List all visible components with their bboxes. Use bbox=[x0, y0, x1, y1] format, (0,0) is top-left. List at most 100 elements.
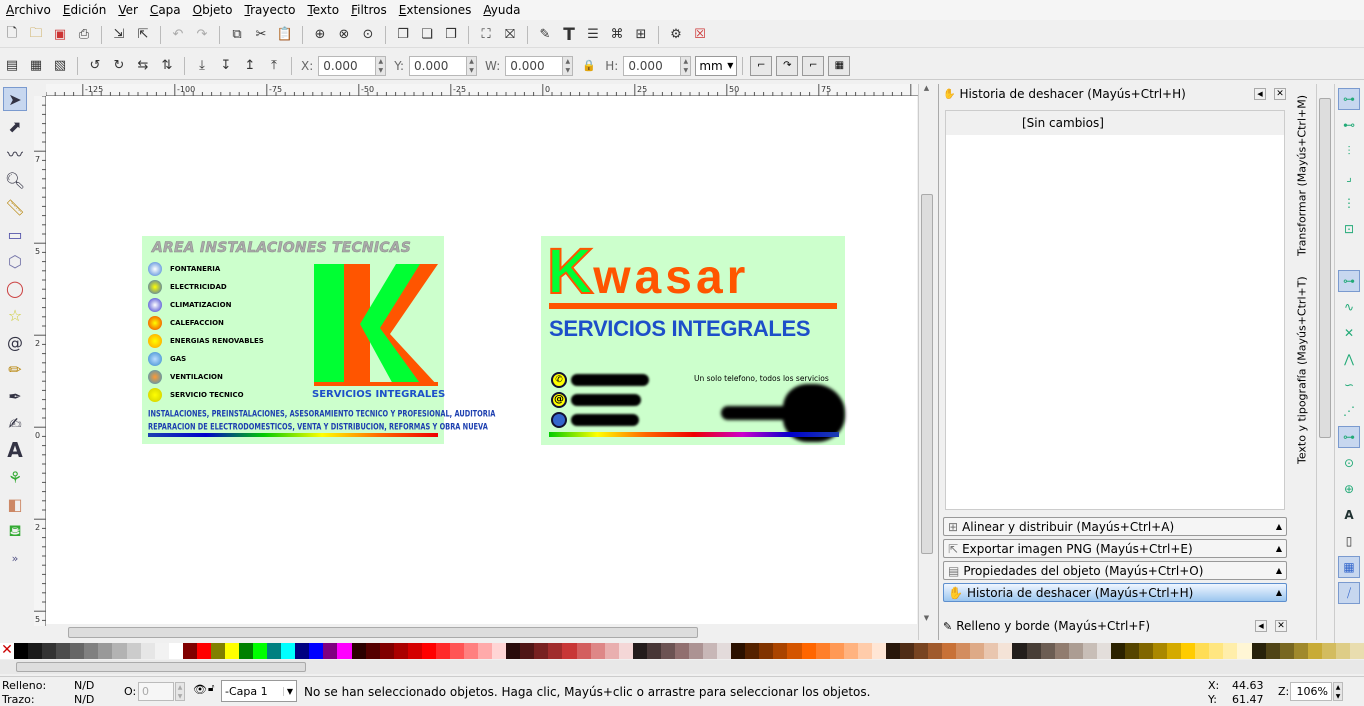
copy-icon[interactable]: ⧉ bbox=[227, 25, 247, 45]
color-swatch[interactable] bbox=[928, 643, 943, 659]
export-icon[interactable]: ⇱ bbox=[133, 25, 153, 45]
unlink-clone-icon[interactable]: ❒ bbox=[441, 25, 461, 45]
color-swatch[interactable] bbox=[28, 643, 43, 659]
color-swatch[interactable] bbox=[70, 643, 85, 659]
opacity-spinner[interactable]: ▲ ▼ bbox=[175, 682, 185, 701]
lock-layer-icon[interactable]: 🔓︎ bbox=[208, 683, 214, 694]
color-swatch[interactable] bbox=[1265, 643, 1280, 659]
raise-icon[interactable]: ↥ bbox=[240, 56, 260, 76]
scroll-thumb[interactable] bbox=[68, 627, 698, 638]
color-swatch[interactable] bbox=[759, 643, 774, 659]
ungroup-icon[interactable]: ⛝ bbox=[500, 25, 520, 45]
color-swatch[interactable] bbox=[379, 643, 394, 659]
tweak-tool-icon[interactable]: 〰 bbox=[3, 141, 27, 165]
undo-icon[interactable]: ↶ bbox=[168, 25, 188, 45]
color-swatch[interactable] bbox=[267, 643, 282, 659]
y-input[interactable]: 0.000 bbox=[409, 55, 468, 76]
open-icon[interactable]: 🗀 bbox=[26, 25, 46, 45]
expand-tools-icon[interactable]: » bbox=[3, 546, 27, 570]
snap-bbox-corners-icon[interactable]: ⌟ bbox=[1338, 166, 1360, 188]
undo-history-dock[interactable]: ✋ Historia de deshacer (Mayús+Ctrl+H) ▲ bbox=[943, 583, 1287, 602]
color-swatch[interactable] bbox=[984, 643, 999, 659]
deselect-icon[interactable]: ▧ bbox=[50, 56, 70, 76]
color-swatch[interactable] bbox=[745, 643, 760, 659]
expand-icon[interactable]: ▲ bbox=[1276, 588, 1282, 597]
color-swatch[interactable] bbox=[998, 643, 1013, 659]
expand-icon[interactable]: ▲ bbox=[1276, 566, 1282, 575]
rectangle-tool-icon[interactable]: ▭ bbox=[3, 222, 27, 246]
color-swatch[interactable] bbox=[942, 643, 957, 659]
color-swatch[interactable] bbox=[576, 643, 591, 659]
selector-tool-icon[interactable]: ➤ bbox=[3, 87, 27, 111]
color-swatch[interactable] bbox=[1167, 643, 1182, 659]
menu-capa[interactable]: Capa bbox=[144, 3, 187, 17]
color-swatch[interactable] bbox=[1012, 643, 1027, 659]
group-icon[interactable]: ⛶ bbox=[476, 25, 496, 45]
align-distribute-icon[interactable]: ⊞ bbox=[631, 25, 651, 45]
color-swatch[interactable] bbox=[281, 643, 296, 659]
pencil-tool-icon[interactable]: ✏ bbox=[3, 357, 27, 381]
scroll-thumb[interactable] bbox=[16, 662, 306, 672]
unit-select[interactable]: mm ▼ bbox=[695, 55, 738, 76]
close-icon[interactable]: ✕ bbox=[1274, 88, 1286, 100]
3d-box-tool-icon[interactable]: ⬡ bbox=[3, 249, 27, 273]
spray-tool-icon[interactable]: ⚘ bbox=[3, 465, 27, 489]
ellipse-tool-icon[interactable]: ◯ bbox=[3, 276, 27, 300]
menu-ver[interactable]: Ver bbox=[112, 3, 144, 17]
scroll-thumb[interactable] bbox=[1319, 98, 1331, 438]
duplicate-icon[interactable]: ❐ bbox=[393, 25, 413, 45]
color-swatch[interactable] bbox=[98, 643, 113, 659]
toggle-visibility-icon[interactable]: 👁︎ bbox=[193, 683, 207, 696]
color-swatch[interactable] bbox=[1139, 643, 1154, 659]
history-entry[interactable]: [Sin cambios] bbox=[946, 111, 1284, 135]
move-gradients-button[interactable]: ⌐ bbox=[802, 55, 825, 76]
cut-icon[interactable]: ✂ bbox=[251, 25, 271, 45]
canvas-horizontal-scrollbar[interactable] bbox=[46, 625, 918, 639]
zoom-input[interactable]: 106% bbox=[1290, 682, 1332, 701]
no-paint-swatch[interactable]: ✕ bbox=[0, 643, 14, 659]
color-swatch[interactable] bbox=[956, 643, 971, 659]
layer-dropdown[interactable]: -Capa 1 ▼ bbox=[221, 680, 297, 702]
print-icon[interactable]: ⎙ bbox=[74, 25, 94, 45]
eraser-tool-icon[interactable]: ◧ bbox=[3, 492, 27, 516]
color-swatch[interactable] bbox=[970, 643, 985, 659]
color-swatch[interactable] bbox=[1153, 643, 1168, 659]
paint-bucket-tool-icon[interactable]: ⛾ bbox=[3, 519, 27, 543]
color-swatch[interactable] bbox=[717, 643, 732, 659]
color-swatch[interactable] bbox=[899, 643, 914, 659]
color-swatch[interactable] bbox=[239, 643, 254, 659]
color-swatch[interactable] bbox=[393, 643, 408, 659]
expand-icon[interactable]: ▲ bbox=[1276, 544, 1282, 553]
text-font-icon[interactable]: T bbox=[559, 25, 579, 45]
y-spinner[interactable]: ▲ ▼ bbox=[467, 55, 478, 76]
paste-icon[interactable]: 📋 bbox=[275, 25, 295, 45]
color-swatch[interactable] bbox=[1209, 643, 1224, 659]
menu-archivo[interactable]: Archivo bbox=[0, 3, 57, 17]
color-swatch[interactable] bbox=[323, 643, 338, 659]
business-card-back[interactable]: Kwasar SERVICIOS INTEGRALES ✆ @ Un solo … bbox=[541, 235, 845, 445]
snap-bbox-centers-icon[interactable]: ⊡ bbox=[1338, 218, 1360, 240]
drawing-canvas[interactable]: AREA INSTALACIONES TECNICAS FONTANERIA E… bbox=[46, 96, 917, 624]
snap-others-icon[interactable]: ⊶ bbox=[1338, 426, 1360, 448]
text-tool-icon[interactable]: A bbox=[3, 438, 27, 462]
color-swatch[interactable] bbox=[56, 643, 71, 659]
color-swatch[interactable] bbox=[1096, 643, 1111, 659]
snap-page-border-icon[interactable]: ▯ bbox=[1338, 530, 1360, 552]
color-swatch[interactable] bbox=[126, 643, 141, 659]
menu-ayuda[interactable]: Ayuda bbox=[477, 3, 526, 17]
color-palette[interactable]: ✕ bbox=[0, 643, 1364, 659]
color-swatch[interactable] bbox=[478, 643, 493, 659]
snap-centers-icon[interactable]: ⊙ bbox=[1338, 452, 1360, 474]
pen-tool-icon[interactable]: ✒ bbox=[3, 384, 27, 408]
measure-tool-icon[interactable]: 📏︎ bbox=[3, 195, 27, 219]
color-swatch[interactable] bbox=[843, 643, 858, 659]
zoom-selection-icon[interactable]: ⊕ bbox=[310, 25, 330, 45]
snap-cusp-nodes-icon[interactable]: ⋀ bbox=[1338, 348, 1360, 370]
snap-midpoints-icon[interactable]: ⋰ bbox=[1338, 400, 1360, 422]
business-card-front[interactable]: AREA INSTALACIONES TECNICAS FONTANERIA E… bbox=[142, 236, 495, 444]
menu-extensiones[interactable]: Extensiones bbox=[393, 3, 478, 17]
color-swatch[interactable] bbox=[407, 643, 422, 659]
h-spinner[interactable]: ▲ ▼ bbox=[681, 55, 692, 76]
snap-enable-icon[interactable]: ⊶ bbox=[1338, 88, 1360, 110]
color-swatch[interactable] bbox=[674, 643, 689, 659]
